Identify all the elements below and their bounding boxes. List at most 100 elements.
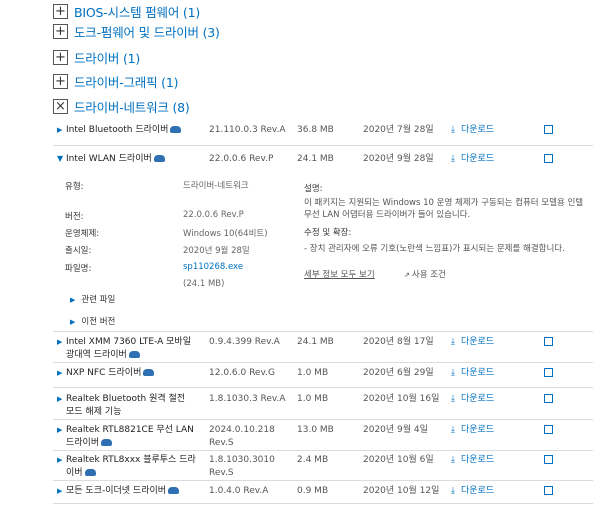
driver-date: 2020년 10월 16일: [363, 394, 440, 404]
download-icon: ⤓: [451, 455, 455, 465]
expand-arrow-icon[interactable]: ▶: [57, 456, 62, 464]
driver-date: 2020년 6월 29일: [363, 368, 434, 378]
divider: [53, 419, 593, 420]
select-checkbox[interactable]: [544, 486, 553, 495]
category-dock[interactable]: + 도크-펌웨어 및 드라이버 (3): [53, 20, 220, 42]
download-link[interactable]: ⤓ 다운로드: [451, 424, 494, 437]
collapse-icon[interactable]: ×: [53, 98, 68, 114]
driver-version: 2024.0.10.218 Rev.S: [209, 425, 275, 448]
download-icon: ⤓: [451, 368, 455, 378]
detail-version-value: 22.0.0.6 Rev.P: [183, 210, 244, 220]
driver-version: 1.0.4.0 Rev.A: [209, 486, 269, 496]
download-icon: ⤓: [451, 337, 455, 347]
select-checkbox[interactable]: [544, 125, 553, 134]
download-link[interactable]: ⤓ 다운로드: [451, 153, 494, 166]
download-icon: ⤓: [451, 125, 455, 135]
download-link[interactable]: ⤓ 다운로드: [451, 393, 494, 406]
category-graphics[interactable]: + 드라이버-그래픽 (1): [53, 70, 178, 92]
category-driver[interactable]: + 드라이버 (1): [53, 46, 140, 68]
driver-name[interactable]: Intel WLAN 드라이버: [66, 153, 196, 166]
driver-name[interactable]: Realtek RTL8821CE 무선 LAN 드라이버: [66, 424, 196, 450]
fixes-heading: 수정 및 확장:: [304, 228, 352, 238]
category-label[interactable]: BIOS-시스템 펌웨어 (1): [74, 2, 200, 21]
expand-arrow-icon[interactable]: ▶: [57, 338, 62, 346]
category-label[interactable]: 드라이버-그래픽 (1): [74, 72, 178, 91]
collapse-arrow-icon[interactable]: ▼: [57, 154, 63, 163]
expand-arrow-icon[interactable]: ▶: [57, 369, 62, 377]
category-label[interactable]: 드라이버 (1): [74, 48, 140, 67]
detail-version-label: 버전:: [65, 212, 84, 222]
driver-name[interactable]: Intel XMM 7360 LTE-A 모바일 광대역 드라이버: [66, 336, 196, 362]
terms-link[interactable]: ⇗ 사용 조건: [404, 269, 446, 281]
download-icon: ⤓: [451, 486, 455, 496]
category-label[interactable]: 도크-펌웨어 및 드라이버 (3): [74, 22, 220, 41]
download-link[interactable]: ⤓ 다운로드: [451, 367, 494, 380]
expand-arrow-icon: ▶: [70, 318, 76, 326]
download-link[interactable]: ⤓ 다운로드: [451, 336, 494, 349]
category-bios[interactable]: + BIOS-시스템 펌웨어 (1): [53, 0, 200, 22]
driver-date: 2020년 9월 28일: [363, 154, 434, 164]
related-files-toggle[interactable]: ▶ 관련 파일: [70, 293, 115, 305]
driver-name[interactable]: Realtek RTL8xxx 블루투스 드라이버: [66, 454, 196, 480]
select-checkbox[interactable]: [544, 455, 553, 464]
divider: [53, 387, 593, 388]
select-checkbox[interactable]: [544, 394, 553, 403]
driver-date: 2020년 10월 12일: [363, 486, 440, 496]
driver-size: 36.8 MB: [297, 125, 334, 135]
expand-icon[interactable]: +: [53, 73, 68, 89]
select-checkbox[interactable]: [544, 337, 553, 346]
previous-versions-toggle[interactable]: ▶ 이전 버전: [70, 315, 115, 327]
divider: [53, 362, 593, 363]
select-checkbox[interactable]: [544, 368, 553, 377]
description-text: 이 패키지는 지원되는 Windows 10 운영 체제가 구동되는 컴퓨터 모…: [304, 198, 584, 220]
car-icon: [170, 126, 182, 133]
driver-size: 24.1 MB: [297, 337, 334, 347]
driver-size: 1.0 MB: [297, 368, 329, 378]
detail-os-value: Windows 10(64비트): [183, 229, 268, 239]
category-network[interactable]: × 드라이버-네트워크 (8): [53, 95, 190, 117]
select-checkbox[interactable]: [544, 425, 553, 434]
driver-version: 1.8.1030.3010 Rev.S: [209, 455, 275, 478]
expand-arrow-icon[interactable]: ▶: [57, 395, 62, 403]
expand-icon[interactable]: +: [53, 23, 68, 39]
download-icon: ⤓: [451, 154, 455, 164]
more-details-link[interactable]: 세부 정보 모두 보기: [304, 269, 375, 281]
download-link[interactable]: ⤓ 다운로드: [451, 454, 494, 467]
divider: [53, 331, 593, 332]
detail-os-label: 운영체제:: [65, 229, 100, 239]
driver-date: 2020년 10월 6일: [363, 455, 434, 465]
car-icon: [84, 469, 96, 476]
driver-size: 2.4 MB: [297, 455, 329, 465]
driver-size: 1.0 MB: [297, 394, 329, 404]
expand-icon[interactable]: +: [53, 3, 68, 19]
download-icon: ⤓: [451, 394, 455, 404]
expand-arrow-icon[interactable]: ▶: [57, 126, 62, 134]
description-heading: 설명:: [304, 184, 323, 194]
detail-release-value: 2020년 9월 28일: [183, 246, 250, 256]
detail-file-size: (24.1 MB): [183, 279, 225, 289]
download-icon: ⤓: [451, 425, 455, 435]
car-icon: [128, 351, 140, 358]
driver-size: 24.1 MB: [297, 154, 334, 164]
detail-release-label: 출시일:: [65, 246, 92, 256]
fixes-text: - 장치 관리자에 오류 기호(노란색 느낌표)가 표시되는 문제를 해결합니다…: [304, 244, 565, 254]
external-link-icon: ⇗: [404, 271, 410, 279]
detail-file-label: 파일명:: [65, 264, 92, 274]
driver-name[interactable]: Intel Bluetooth 드라이버: [66, 124, 196, 137]
driver-size: 0.9 MB: [297, 486, 329, 496]
expand-icon[interactable]: +: [53, 49, 68, 65]
car-icon: [101, 439, 113, 446]
category-label[interactable]: 드라이버-네트워크 (8): [74, 97, 190, 116]
expand-arrow-icon[interactable]: ▶: [57, 487, 62, 495]
driver-name[interactable]: NXP NFC 드라이버: [66, 367, 196, 380]
file-link[interactable]: sp110268.exe: [183, 262, 243, 272]
driver-name[interactable]: Realtek Bluetooth 원격 절전 모드 해제 기능: [66, 393, 196, 419]
car-icon: [153, 155, 165, 162]
divider: [53, 480, 593, 481]
select-checkbox[interactable]: [544, 154, 553, 163]
driver-version: 1.8.1030.3 Rev.A: [209, 394, 286, 404]
driver-version: 0.9.4.399 Rev.A: [209, 337, 280, 347]
expand-arrow-icon[interactable]: ▶: [57, 426, 62, 434]
download-link[interactable]: ⤓ 다운로드: [451, 485, 494, 498]
download-link[interactable]: ⤓ 다운로드: [451, 124, 494, 137]
